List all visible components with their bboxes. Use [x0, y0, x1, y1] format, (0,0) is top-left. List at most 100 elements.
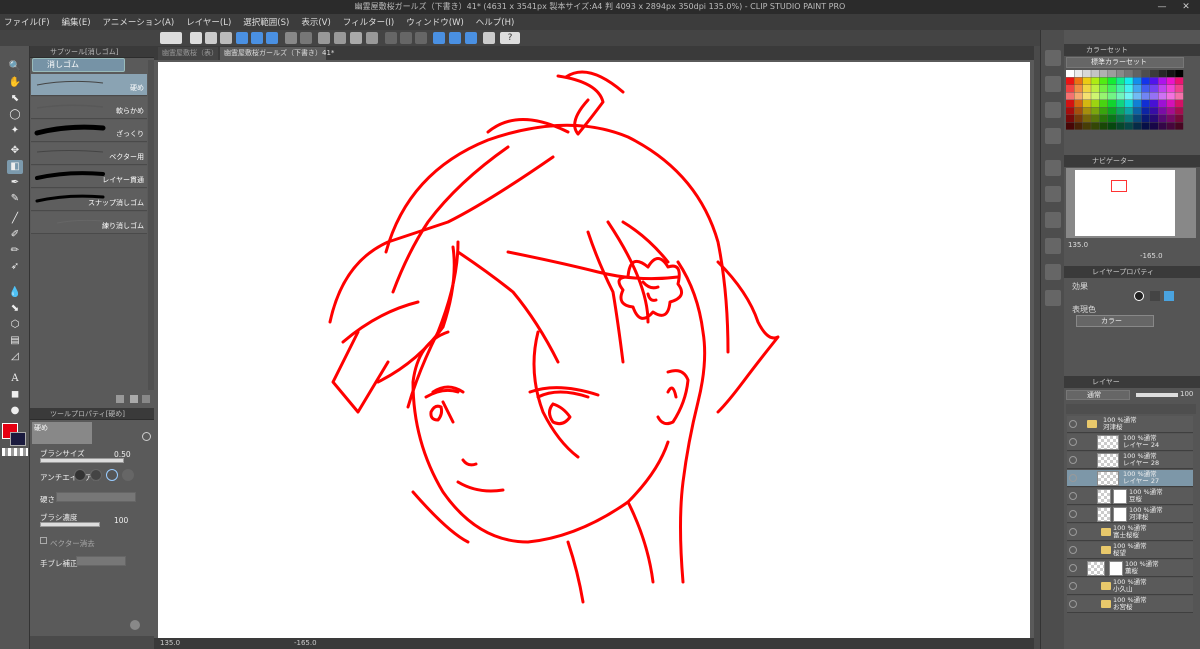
palette-swatch[interactable] — [1133, 70, 1142, 78]
layer-row-selected[interactable]: 100 %通常 レイヤー 27 — [1067, 470, 1193, 487]
palette-swatch[interactable] — [1108, 92, 1116, 100]
palette-swatch[interactable] — [1116, 92, 1125, 100]
layer-row[interactable]: 100 %通常 豆桜 — [1067, 488, 1193, 505]
save-icon[interactable] — [220, 32, 232, 44]
menu-edit[interactable]: 編集(E) — [62, 16, 91, 28]
palette-swatch[interactable] — [1124, 77, 1133, 85]
text-tool-icon[interactable]: A — [7, 372, 23, 386]
decoration-tool-icon[interactable]: ✏ — [7, 244, 23, 258]
palette-swatch[interactable] — [1108, 115, 1116, 123]
palette-swatch[interactable] — [1133, 122, 1142, 130]
palette-swatch[interactable] — [1158, 122, 1167, 130]
stabilize-slider[interactable] — [76, 556, 126, 566]
menu-filter[interactable]: フィルター(I) — [343, 16, 394, 28]
palette-swatch[interactable] — [1091, 85, 1100, 93]
close-icon[interactable]: ✕ — [1174, 0, 1198, 14]
palette-swatch[interactable] — [1166, 77, 1175, 85]
menu-view[interactable]: 表示(V) — [301, 16, 330, 28]
colorset-select[interactable]: 標準カラーセット — [1066, 57, 1184, 68]
palette-swatch[interactable] — [1091, 115, 1100, 123]
open-file-icon[interactable] — [205, 32, 217, 44]
figure-tool-icon[interactable]: ⬡ — [7, 318, 23, 332]
sub-color-swatch[interactable] — [10, 432, 26, 446]
antialias-weak-option[interactable] — [90, 469, 102, 481]
palette-swatch[interactable] — [1091, 122, 1100, 130]
palette-swatch[interactable] — [1150, 85, 1158, 93]
palette-swatch[interactable] — [1066, 77, 1074, 85]
palette-swatch[interactable] — [1158, 107, 1167, 115]
select-all-icon[interactable] — [385, 32, 397, 44]
palette-swatch[interactable] — [1066, 70, 1074, 78]
crop-icon[interactable] — [366, 32, 378, 44]
effect-color-icon[interactable] — [1164, 291, 1174, 301]
clear-icon[interactable] — [334, 32, 346, 44]
palette-swatch[interactable] — [1141, 115, 1150, 123]
palette-swatch[interactable] — [1108, 122, 1116, 130]
palette-swatch[interactable] — [1166, 100, 1175, 108]
antialias-medium-option[interactable] — [106, 469, 118, 481]
layer-row[interactable]: 100 %通常 お宮桜 — [1067, 596, 1193, 613]
tab-document-1[interactable]: 幽霊屋敷桜（表） — [158, 47, 218, 60]
menu-animation[interactable]: アニメーション(A) — [103, 16, 175, 28]
palette-swatch[interactable] — [1099, 92, 1108, 100]
palette-swatch[interactable] — [1175, 85, 1184, 93]
menu-selection[interactable]: 選択範囲(S) — [243, 16, 289, 28]
eye-icon[interactable] — [1069, 420, 1077, 428]
palette-swatch[interactable] — [1082, 115, 1091, 123]
palette-swatch[interactable] — [1133, 107, 1142, 115]
eye-icon[interactable] — [1069, 582, 1077, 590]
layer-row[interactable]: 100 %通常 薫桜 — [1067, 560, 1193, 577]
effect-tone-icon[interactable] — [1150, 291, 1160, 301]
material3-icon[interactable] — [1045, 102, 1061, 118]
palette-swatch[interactable] — [1074, 115, 1083, 123]
eraser-tool-icon[interactable]: ◧ — [7, 160, 23, 174]
brush-item[interactable]: ざっくり — [31, 120, 147, 142]
material-icon[interactable] — [1045, 50, 1061, 66]
eye-icon[interactable] — [1069, 546, 1077, 554]
menu-file[interactable]: ファイル(F) — [4, 16, 50, 28]
tab-document-2[interactable]: 幽霊屋敷桜ガールズ（下書き）41* — [220, 47, 334, 60]
operation-tool-icon[interactable]: ⬉ — [7, 92, 23, 106]
palette-swatch[interactable] — [1116, 107, 1125, 115]
pencil-tool-icon[interactable]: ✎ — [7, 192, 23, 206]
brush-item[interactable]: スナップ消しゴム — [31, 189, 147, 211]
eye-icon[interactable] — [1069, 510, 1077, 518]
palette-swatch[interactable] — [1108, 100, 1116, 108]
hand-tool-icon[interactable]: ✋ — [7, 76, 23, 90]
color-palette[interactable] — [1066, 70, 1184, 132]
fill-icon[interactable] — [350, 32, 362, 44]
move-layer-tool-icon[interactable]: ✥ — [7, 144, 23, 158]
palette-swatch[interactable] — [1066, 115, 1074, 123]
palette-swatch[interactable] — [1074, 122, 1083, 130]
settings-icon[interactable] — [130, 620, 140, 630]
palette-swatch[interactable] — [1124, 100, 1133, 108]
airbrush-tool-icon[interactable]: ✐ — [7, 228, 23, 242]
zoom-tool-icon[interactable]: 🔍 — [7, 60, 23, 74]
palette-swatch[interactable] — [1099, 100, 1108, 108]
palette-swatch[interactable] — [1091, 100, 1100, 108]
palette-swatch[interactable] — [1108, 107, 1116, 115]
palette-swatch[interactable] — [1082, 70, 1091, 78]
palette-swatch[interactable] — [1124, 115, 1133, 123]
blend-mode-select[interactable]: 通常 — [1066, 390, 1130, 400]
palette-swatch[interactable] — [1166, 107, 1175, 115]
palette-swatch[interactable] — [1150, 70, 1158, 78]
palette-swatch[interactable] — [1175, 107, 1184, 115]
palette-swatch[interactable] — [1141, 107, 1150, 115]
material7-icon[interactable] — [1045, 212, 1061, 228]
snap2-icon[interactable] — [465, 32, 477, 44]
palette-swatch[interactable] — [1158, 70, 1167, 78]
subtool-delete-icon[interactable] — [142, 395, 150, 403]
palette-swatch[interactable] — [1158, 115, 1167, 123]
palette-swatch[interactable] — [1175, 122, 1184, 130]
palette-swatch[interactable] — [1082, 107, 1091, 115]
palette-swatch[interactable] — [1166, 70, 1175, 78]
transparent-color-swatch[interactable] — [2, 448, 28, 456]
density-slider[interactable] — [40, 522, 100, 527]
material9-icon[interactable] — [1045, 264, 1061, 280]
palette-swatch[interactable] — [1074, 85, 1083, 93]
deselect-icon[interactable] — [400, 32, 412, 44]
palette-swatch[interactable] — [1150, 115, 1158, 123]
menu-layer[interactable]: レイヤー(L) — [186, 16, 231, 28]
opacity-slider[interactable] — [1136, 393, 1178, 397]
